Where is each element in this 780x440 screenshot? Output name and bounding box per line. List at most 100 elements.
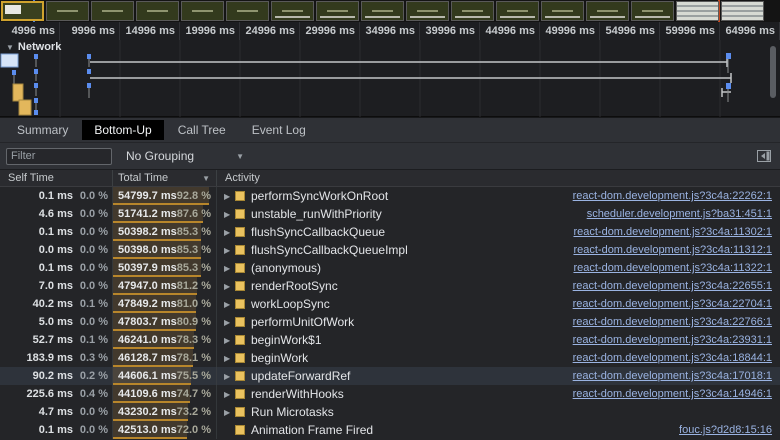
total-time-ms: 44606.1 ms (116, 370, 177, 382)
thumbnail-image (500, 16, 535, 18)
filmstrip-thumbnail[interactable] (406, 1, 449, 21)
show-sidebar-icon[interactable] (756, 149, 772, 163)
source-link[interactable]: react-dom.development.js?3c4a:22704:1 (563, 298, 780, 310)
self-time-pct: 0.1 % (73, 334, 108, 346)
total-time-ms: 46128.7 ms (116, 352, 177, 364)
activity-label: beginWork (251, 351, 308, 365)
filmstrip-thumbnail[interactable] (46, 1, 89, 21)
timeline-ruler[interactable]: 4996 ms9996 ms14996 ms19996 ms24996 ms29… (0, 22, 780, 40)
source-link[interactable]: fouc.js?d2d8:15:16 (669, 424, 780, 436)
column-header-self-time[interactable]: Self Time (0, 172, 108, 184)
activity-label: Run Microtasks (251, 405, 334, 419)
expand-arrow-icon[interactable]: ▶ (224, 210, 235, 219)
self-time-ms: 4.6 ms (0, 208, 73, 220)
column-header-activity[interactable]: Activity (216, 170, 780, 186)
filmstrip-thumbnail[interactable] (676, 1, 719, 21)
filmstrip-thumbnail[interactable] (1, 1, 44, 21)
filmstrip-thumbnail[interactable] (496, 1, 539, 21)
thumbnail-image (545, 16, 580, 18)
table-row[interactable]: 183.9 ms0.3 %46128.7 ms78.1 %▶beginWorkr… (0, 349, 780, 367)
table-row[interactable]: 225.6 ms0.4 %44109.6 ms74.7 %▶renderWith… (0, 385, 780, 403)
expand-arrow-icon[interactable]: ▶ (224, 390, 235, 399)
filmstrip-thumbnail[interactable] (451, 1, 494, 21)
tab-call-tree[interactable]: Call Tree (166, 120, 238, 140)
self-time-pct: 0.0 % (73, 280, 108, 292)
source-link[interactable]: react-dom.development.js?3c4a:11302:1 (563, 226, 780, 238)
table-row[interactable]: 0.0 ms0.0 %50398.0 ms85.3 %▶flushSyncCal… (0, 241, 780, 259)
ruler-tick: 34996 ms (360, 22, 420, 40)
expand-arrow-icon[interactable]: ▶ (224, 318, 235, 327)
expand-arrow-icon[interactable]: ▶ (224, 408, 235, 417)
table-row[interactable]: 4.6 ms0.0 %51741.2 ms87.6 %▶unstable_run… (0, 205, 780, 223)
ruler-tick: 54996 ms (600, 22, 660, 40)
total-time-pct: 74.7 % (177, 388, 211, 400)
self-time-pct: 0.4 % (73, 388, 108, 400)
table-row[interactable]: 52.7 ms0.1 %46241.0 ms78.3 %▶beginWork$1… (0, 331, 780, 349)
total-time-ms: 47849.2 ms (116, 298, 177, 310)
expand-arrow-icon[interactable]: ▶ (224, 282, 235, 291)
total-time-ms: 50397.9 ms (116, 262, 177, 274)
tab-bottom-up[interactable]: Bottom-Up (82, 120, 163, 140)
total-time-ms: 51741.2 ms (116, 208, 177, 220)
column-header-total-time[interactable]: Total Time ▼ (112, 170, 216, 186)
source-link[interactable]: scheduler.development.js?ba31:451:1 (577, 208, 780, 220)
filmstrip-thumbnail[interactable] (586, 1, 629, 21)
table-row[interactable]: 0.1 ms0.0 %42513.0 ms72.0 %Animation Fra… (0, 421, 780, 439)
table-row[interactable]: 40.2 ms0.1 %47849.2 ms81.0 %▶workLoopSyn… (0, 295, 780, 313)
source-link[interactable]: react-dom.development.js?3c4a:22262:1 (563, 190, 780, 202)
source-link[interactable]: react-dom.development.js?3c4a:23931:1 (563, 334, 780, 346)
activity-label: performSyncWorkOnRoot (251, 189, 388, 203)
grouping-select[interactable]: No Grouping ▼ (126, 149, 244, 163)
table-row[interactable]: 5.0 ms0.0 %47803.7 ms80.9 %▶performUnitO… (0, 313, 780, 331)
expand-arrow-icon[interactable]: ▶ (224, 228, 235, 237)
chevron-down-icon[interactable]: ▼ (6, 43, 14, 52)
activity-cell: ▶flushSyncCallbackQueuereact-dom.develop… (216, 223, 780, 241)
source-link[interactable]: react-dom.development.js?3c4a:11322:1 (563, 262, 780, 274)
thumbnail-image (597, 10, 618, 12)
table-row[interactable]: 7.0 ms0.0 %47947.0 ms81.2 %▶renderRootSy… (0, 277, 780, 295)
expand-arrow-icon[interactable]: ▶ (224, 300, 235, 309)
self-time-ms: 5.0 ms (0, 316, 73, 328)
filmstrip-thumbnail[interactable] (316, 1, 359, 21)
screenshot-filmstrip[interactable] (0, 0, 780, 22)
filmstrip-thumbnail[interactable] (91, 1, 134, 21)
expand-arrow-icon[interactable]: ▶ (224, 246, 235, 255)
total-time-ms: 50398.0 ms (116, 244, 177, 256)
table-row[interactable]: 90.2 ms0.2 %44606.1 ms75.5 %▶updateForwa… (0, 367, 780, 385)
tab-event-log[interactable]: Event Log (240, 120, 318, 140)
network-overview-track[interactable]: ▼ Network (0, 40, 780, 117)
filmstrip-thumbnail[interactable] (361, 1, 404, 21)
network-section-header[interactable]: ▼ Network (6, 41, 61, 53)
table-row[interactable]: 0.1 ms0.0 %54799.7 ms92.8 %▶performSyncW… (0, 187, 780, 205)
filmstrip-thumbnail[interactable] (271, 1, 314, 21)
filmstrip-thumbnail[interactable] (226, 1, 269, 21)
source-link[interactable]: react-dom.development.js?3c4a:11312:1 (563, 244, 780, 256)
table-row[interactable]: 4.7 ms0.0 %43230.2 ms73.2 %▶Run Microtas… (0, 403, 780, 421)
activity-color-square (235, 191, 245, 201)
filmstrip-thumbnail[interactable] (541, 1, 584, 21)
source-link[interactable]: react-dom.development.js?3c4a:18844:1 (563, 352, 780, 364)
thumbnail-image (282, 10, 303, 12)
source-link[interactable]: react-dom.development.js?3c4a:14946:1 (563, 388, 780, 400)
activity-label: renderWithHooks (251, 387, 344, 401)
filmstrip-thumbnail[interactable] (181, 1, 224, 21)
expand-arrow-icon[interactable]: ▶ (224, 336, 235, 345)
expand-arrow-icon[interactable]: ▶ (224, 192, 235, 201)
expand-arrow-icon[interactable]: ▶ (224, 372, 235, 381)
table-row[interactable]: 0.1 ms0.0 %50397.9 ms85.3 %▶(anonymous)r… (0, 259, 780, 277)
filmstrip-thumbnail[interactable] (721, 1, 764, 21)
source-link[interactable]: react-dom.development.js?3c4a:22655:1 (563, 280, 780, 292)
tab-summary[interactable]: Summary (5, 120, 80, 140)
filter-input[interactable] (6, 148, 112, 165)
filmstrip-thumbnail[interactable] (631, 1, 674, 21)
expand-arrow-icon[interactable]: ▶ (224, 354, 235, 363)
ruler-tick: 9996 ms (60, 22, 120, 40)
filter-toolbar: No Grouping ▼ (0, 142, 780, 169)
filmstrip-thumbnail[interactable] (136, 1, 179, 21)
expand-arrow-icon[interactable]: ▶ (224, 264, 235, 273)
source-link[interactable]: react-dom.development.js?3c4a:17018:1 (563, 370, 780, 382)
source-link[interactable]: react-dom.development.js?3c4a:22766:1 (563, 316, 780, 328)
total-time-cell: 42513.0 ms72.0 % (112, 421, 216, 439)
table-row[interactable]: 0.1 ms0.0 %50398.2 ms85.3 %▶flushSyncCal… (0, 223, 780, 241)
self-time-ms: 7.0 ms (0, 280, 73, 292)
